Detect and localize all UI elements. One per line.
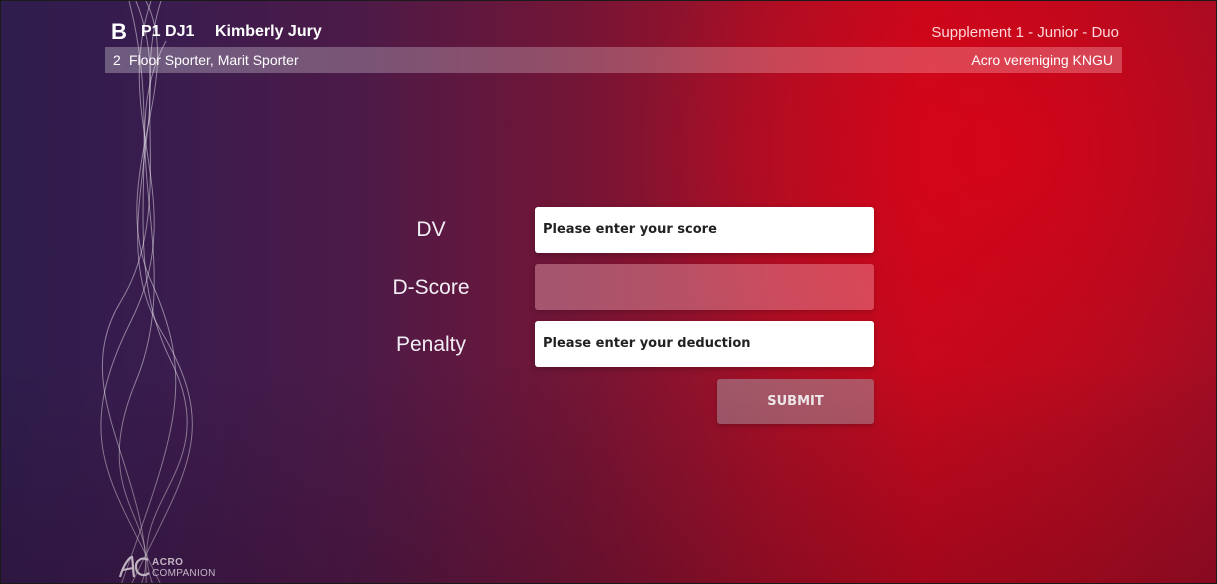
category-label: Supplement 1 - Junior - Duo bbox=[931, 24, 1119, 41]
dscore-label: D-Score bbox=[392, 276, 470, 299]
panel-code: P1 DJ1 bbox=[141, 23, 195, 40]
club-name: Acro vereniging KNGU bbox=[971, 52, 1113, 68]
logo-word-acro: ACRO bbox=[152, 557, 184, 568]
dv-placeholder: Please enter your score bbox=[543, 222, 717, 237]
dv-label: DV bbox=[416, 218, 446, 241]
start-number: 2 bbox=[113, 52, 121, 68]
dv-input[interactable]: Please enter your score bbox=[535, 207, 874, 253]
performance-bar: 2 Floor Sporter, Marit Sporter Acro vere… bbox=[105, 47, 1122, 73]
logo-mark-icon bbox=[118, 555, 150, 578]
decorative-waves bbox=[100, 1, 193, 583]
penalty-label: Penalty bbox=[395, 333, 467, 356]
dscore-field bbox=[535, 264, 874, 310]
penalty-placeholder: Please enter your deduction bbox=[543, 336, 751, 351]
jury-name: Kimberly Jury bbox=[215, 23, 322, 40]
group-letter: B bbox=[111, 19, 127, 44]
app-background: B P1 DJ1 Kimberly Jury Supplement 1 - Ju… bbox=[0, 0, 1217, 584]
athlete-names: Floor Sporter, Marit Sporter bbox=[129, 52, 299, 68]
acro-companion-logo: ACRO COMPANION bbox=[118, 553, 248, 583]
submit-button[interactable]: SUBMIT bbox=[717, 379, 874, 424]
judge-header: B P1 DJ1 Kimberly Jury Supplement 1 - Ju… bbox=[105, 15, 1122, 45]
penalty-input[interactable]: Please enter your deduction bbox=[535, 321, 874, 367]
logo-word-companion: COMPANION bbox=[152, 568, 216, 579]
